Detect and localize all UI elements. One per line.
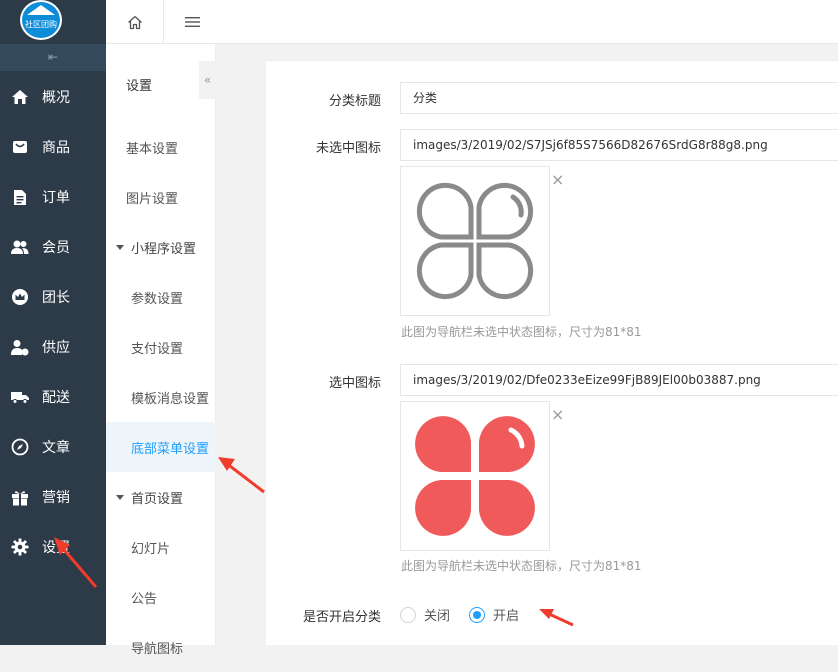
- subnav-group-miniprogram[interactable]: 小程序设置: [106, 222, 216, 272]
- subnav-group-label: 首页设置: [131, 491, 184, 507]
- subnav-item-label: 公告: [131, 591, 158, 607]
- sidebar-item-members[interactable]: 会员: [0, 222, 106, 272]
- subnav-item-label: 支付设置: [131, 341, 184, 357]
- caret-down-icon: [116, 244, 124, 250]
- subnav-item-bottom-menu[interactable]: 底部菜单设置: [106, 422, 216, 472]
- compass-icon: [11, 438, 29, 456]
- subnav-item-label: 幻灯片: [131, 541, 171, 557]
- annotation-arrow-bottom-menu: [218, 457, 265, 494]
- selected-icon-label: 选中图标: [328, 376, 381, 391]
- subnav-item-label: 参数设置: [131, 291, 184, 307]
- annotation-arrow-enable: [539, 609, 574, 627]
- sidebar-item-label: 团长: [42, 290, 70, 306]
- sidebar-item-label: 商品: [42, 140, 70, 156]
- category-outline-icon: [416, 182, 534, 300]
- menu-toggle-button[interactable]: [164, 0, 220, 44]
- sidebar-item-marketing[interactable]: 营销: [0, 472, 106, 522]
- subnav-item-params[interactable]: 参数设置: [106, 272, 216, 322]
- goods-icon: [11, 138, 29, 156]
- radio-label: 开启: [493, 609, 520, 624]
- subnav-group-homepage[interactable]: 首页设置: [106, 472, 216, 522]
- subnav-title: 设置: [126, 79, 153, 94]
- annotation-arrow-settings: [54, 537, 98, 588]
- gift-icon: [11, 488, 29, 506]
- supplier-icon: [11, 338, 29, 356]
- top-bar: [106, 0, 838, 44]
- selected-icon-hint: 此图为导航栏未选中状态图标，尺寸为81*81: [401, 559, 642, 573]
- members-icon: [11, 238, 29, 256]
- truck-icon: [11, 388, 29, 406]
- subnav-item-basic-settings[interactable]: 基本设置: [106, 122, 216, 172]
- subnav-item-slideshow[interactable]: 幻灯片: [106, 522, 216, 572]
- sidebar-item-label: 文章: [42, 440, 70, 456]
- subnav-item-label: 底部菜单设置: [131, 441, 210, 457]
- subnav-item-nav-icons[interactable]: 导航图标: [106, 622, 216, 672]
- subnav-item-label: 图片设置: [126, 191, 179, 207]
- indent-icon: ⇤: [47, 50, 59, 64]
- subnav-item-payment[interactable]: 支付设置: [106, 322, 216, 372]
- hamburger-icon: [184, 17, 200, 27]
- sidebar-item-goods[interactable]: 商品: [0, 122, 106, 172]
- logo-roof-shape: [27, 5, 55, 15]
- content-area: 分类标题 分类 未选中图标 images/3/2019/02/S7JSj6f85…: [216, 44, 838, 645]
- home-button[interactable]: [106, 0, 164, 44]
- settings-subnav: 设置 « 基本设置 图片设置 小程序设置 参数设置 支付设置 模板消息设置 底部…: [106, 44, 216, 657]
- sidebar-item-label: 供应: [42, 340, 70, 356]
- crown-icon: [11, 288, 29, 306]
- home-outline-icon: [127, 15, 142, 29]
- unselected-icon-hint: 此图为导航栏未选中状态图标，尺寸为81*81: [401, 325, 642, 339]
- selected-icon-preview: [400, 401, 550, 551]
- radio-circle-checked: [469, 606, 485, 623]
- subnav-item-announcement[interactable]: 公告: [106, 572, 216, 622]
- enable-category-on-radio[interactable]: 开启: [469, 605, 519, 624]
- category-title-input[interactable]: 分类: [400, 82, 838, 114]
- sidebar-item-label: 营销: [42, 490, 70, 506]
- category-title-label: 分类标题: [328, 94, 381, 109]
- sidebar-item-label: 配送: [42, 390, 70, 406]
- category-filled-icon: [415, 416, 535, 536]
- subnav-collapse-button[interactable]: «: [199, 61, 216, 99]
- sidebar-item-articles[interactable]: 文章: [0, 422, 106, 472]
- enable-category-label: 是否开启分类: [302, 610, 381, 625]
- sidebar-item-delivery[interactable]: 配送: [0, 372, 106, 422]
- app-logo[interactable]: 社区团购: [20, 0, 62, 40]
- caret-down-icon: [116, 494, 124, 500]
- remove-selected-icon-button[interactable]: ×: [551, 407, 564, 423]
- unselected-icon-preview: [400, 166, 550, 316]
- subnav-item-label: 导航图标: [131, 641, 184, 657]
- radio-label: 关闭: [424, 609, 451, 624]
- sidebar-collapse-toggle[interactable]: ⇤: [0, 44, 106, 71]
- unselected-icon-label: 未选中图标: [315, 141, 381, 156]
- gear-icon: [11, 538, 29, 556]
- subnav-item-label: 基本设置: [126, 141, 179, 157]
- sidebar-item-orders[interactable]: 订单: [0, 172, 106, 222]
- sidebar-item-overview[interactable]: 概况: [0, 72, 106, 122]
- enable-category-off-radio[interactable]: 关闭: [400, 605, 450, 624]
- sidebar-item-label: 会员: [42, 240, 70, 256]
- subnav-item-template-message[interactable]: 模板消息设置: [106, 372, 216, 422]
- subnav-item-image-settings[interactable]: 图片设置: [106, 172, 216, 222]
- sidebar-item-label: 订单: [42, 190, 70, 206]
- sidebar-item-supply[interactable]: 供应: [0, 322, 106, 372]
- subnav-group-label: 小程序设置: [131, 241, 197, 257]
- home-icon: [11, 88, 29, 106]
- order-icon: [11, 188, 29, 206]
- remove-unselected-icon-button[interactable]: ×: [551, 172, 564, 188]
- radio-circle: [400, 606, 416, 623]
- selected-icon-path-input[interactable]: images/3/2019/02/Dfe0233eEize99FjB89JEl0…: [400, 364, 838, 396]
- sidebar-item-label: 概况: [42, 90, 70, 106]
- logo-text: 社区团购: [25, 20, 57, 29]
- sidebar-item-leader[interactable]: 团长: [0, 272, 106, 322]
- unselected-icon-path-input[interactable]: images/3/2019/02/S7JSj6f85S7566D82676Srd…: [400, 129, 838, 161]
- subnav-item-label: 模板消息设置: [131, 391, 210, 407]
- bottom-menu-form: 分类标题 分类 未选中图标 images/3/2019/02/S7JSj6f85…: [266, 60, 838, 645]
